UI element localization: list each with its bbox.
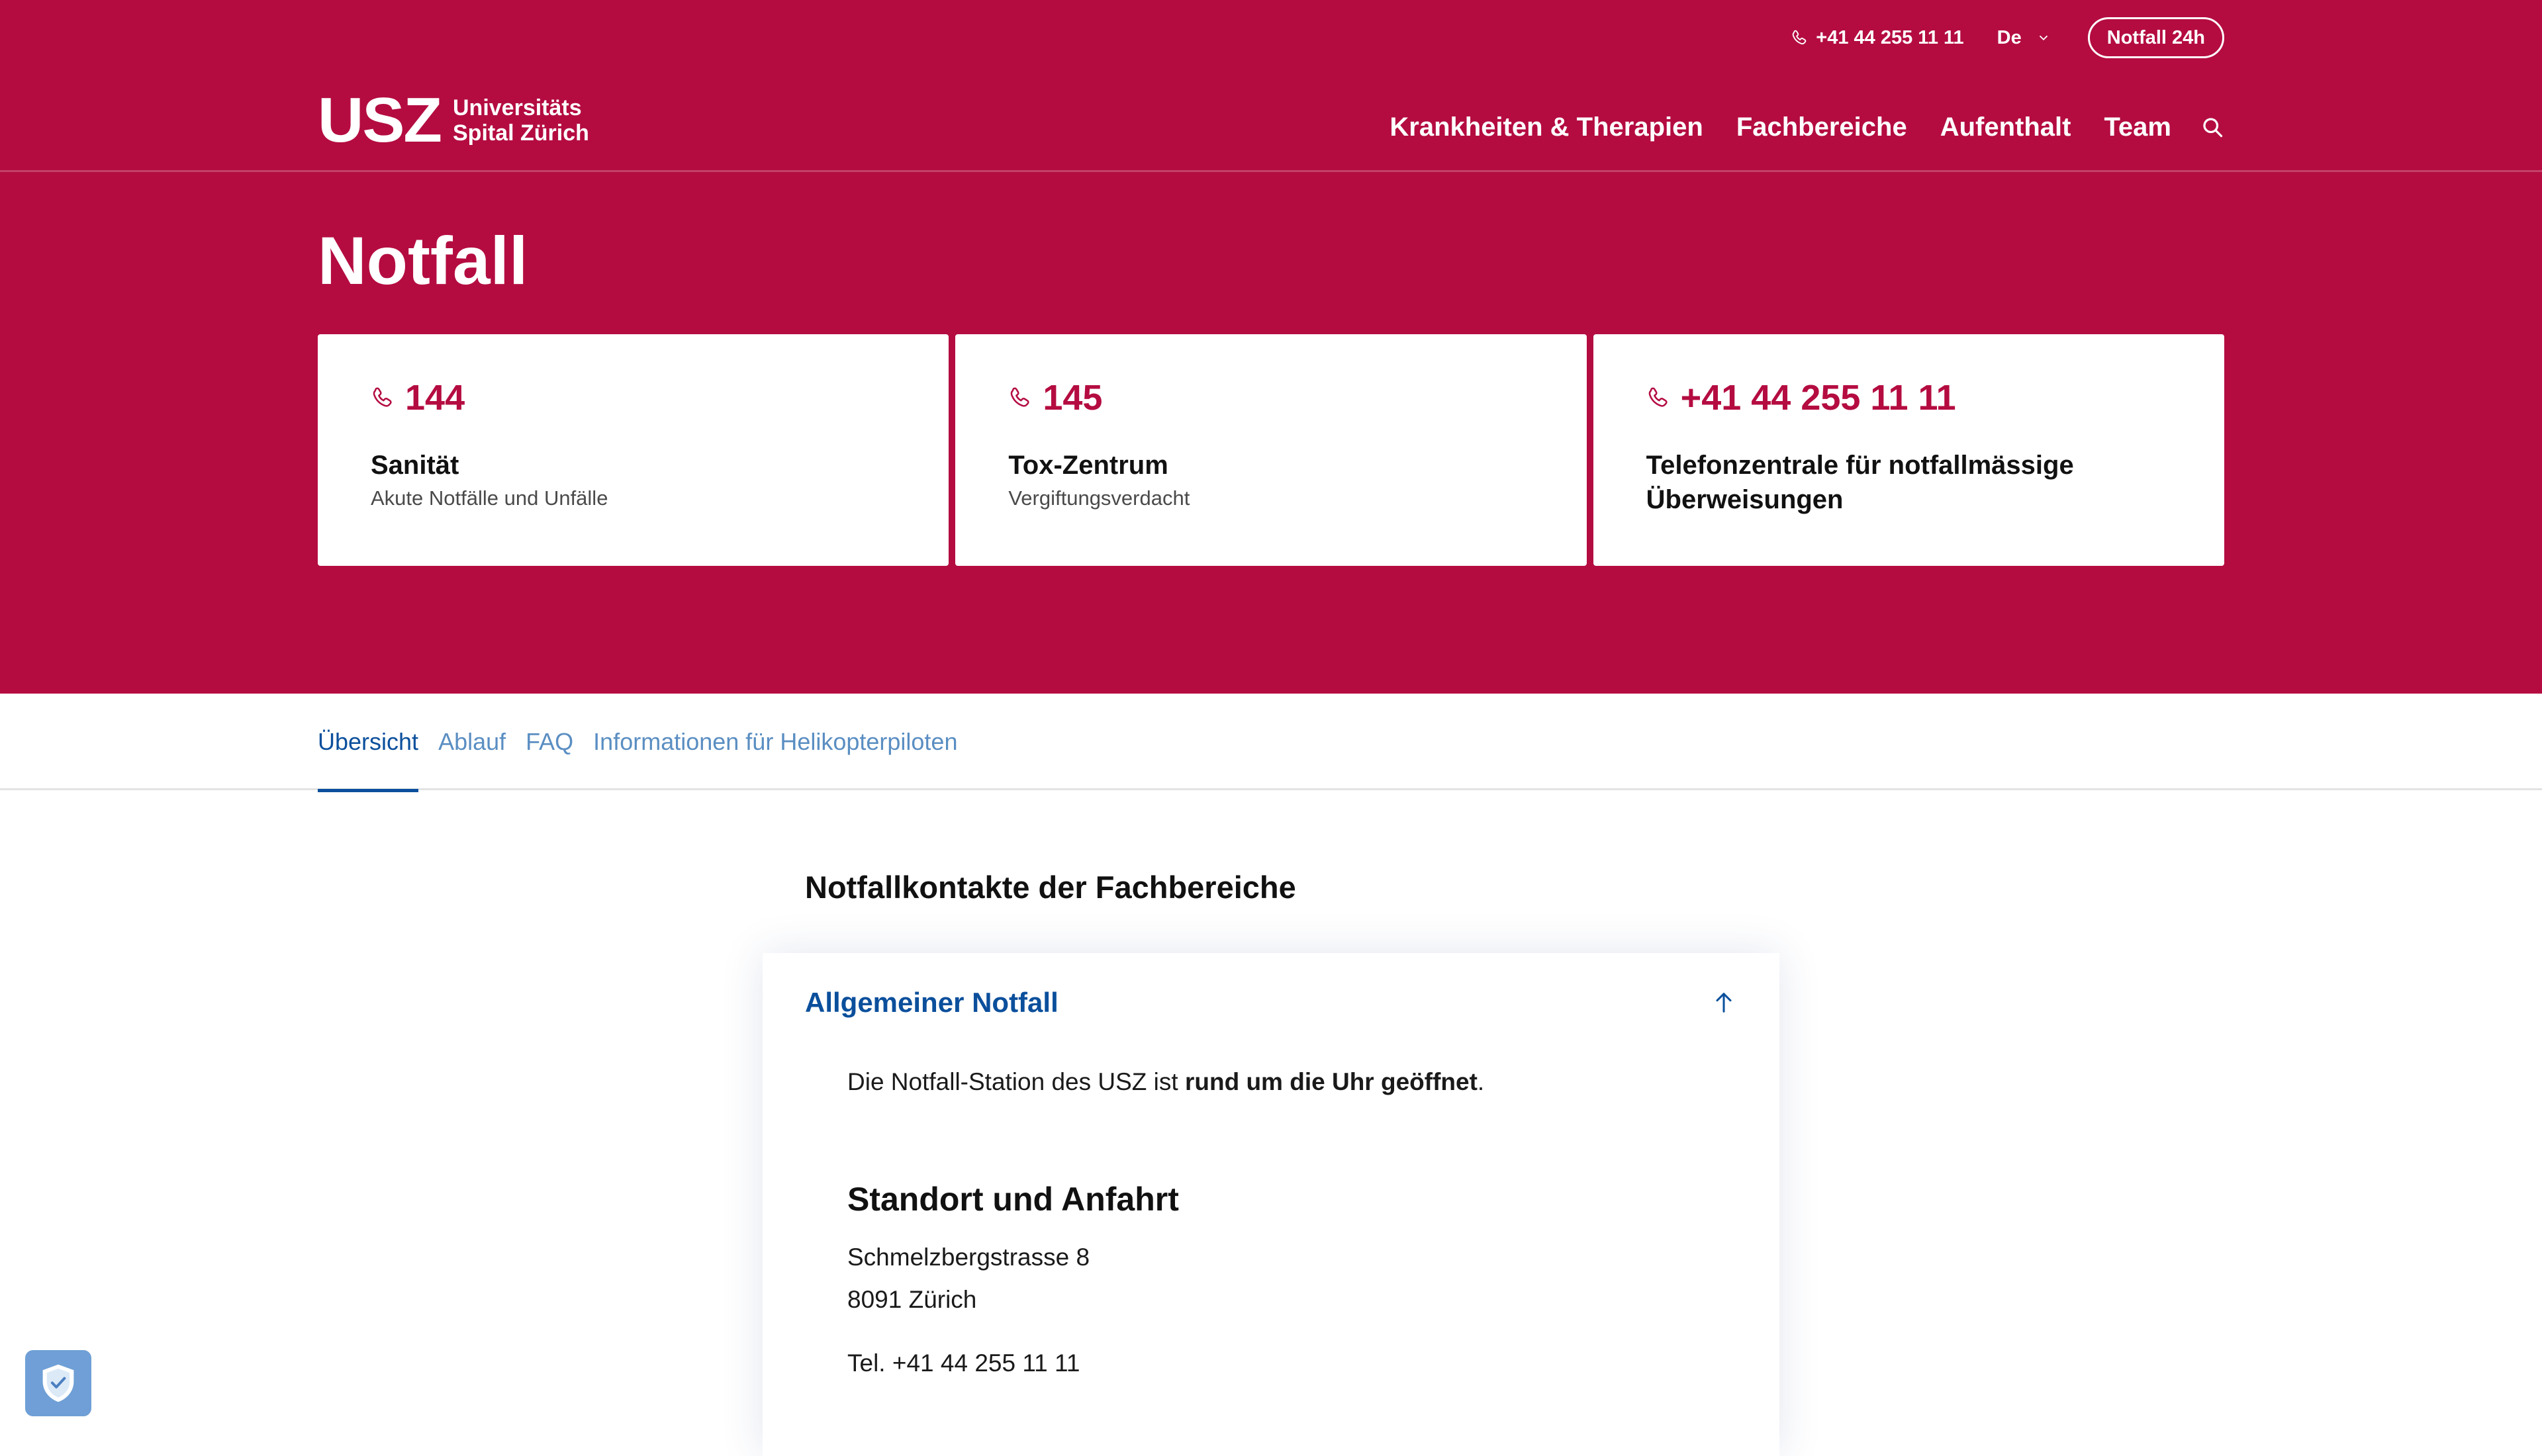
nav-item-krankheiten-therapien[interactable]: Krankheiten & Therapien	[1389, 113, 1703, 142]
phone-icon	[1011, 387, 1029, 407]
card-title: Telefonzentrale für notfallmässige Überw…	[1646, 451, 2074, 514]
header-phone-text: +41 44 255 11 11	[1816, 26, 1964, 48]
logo-wordmark: Universitäts Spital Zürich	[453, 95, 589, 146]
nav-item-team[interactable]: Team	[2104, 113, 2171, 142]
card-number-text: 144	[405, 378, 465, 418]
chevron-down-icon	[2039, 35, 2048, 41]
accordion-body: Die Notfall-Station des USZ ist rund um …	[763, 1066, 1779, 1385]
phone-icon	[1793, 30, 1807, 45]
privacy-settings-button[interactable]	[25, 1350, 91, 1416]
card-number: 144	[371, 378, 896, 418]
tab-faq[interactable]: FAQ	[526, 694, 573, 790]
emergency-24h-button[interactable]: Notfall 24h	[2087, 17, 2224, 58]
emergency-card-telefonzentrale[interactable]: +41 44 255 11 11 Telefonzentrale für not…	[1593, 334, 2224, 566]
nav-item-fachbereiche[interactable]: Fachbereiche	[1736, 113, 1907, 142]
card-number-text: 145	[1043, 378, 1103, 418]
header-phone-link[interactable]: +41 44 255 11 11	[1791, 26, 1964, 49]
tab-ablauf[interactable]: Ablauf	[438, 694, 506, 790]
language-selector[interactable]: De	[1997, 27, 2051, 49]
tab-uebersicht[interactable]: Übersicht	[318, 694, 419, 792]
location-heading: Standort und Anfahrt	[847, 1181, 1179, 1218]
section-title: Notfallkontakte der Fachbereiche	[805, 870, 1296, 905]
arrow-up-icon[interactable]	[1711, 989, 1737, 1016]
phone-icon	[373, 387, 392, 407]
opening-hours-text: Die Notfall-Station des USZ ist rund um …	[847, 1066, 1695, 1099]
utility-bar: +41 44 255 11 11 De Notfall 24h	[1791, 17, 2224, 58]
intro-prefix: Die Notfall-Station des USZ ist	[847, 1068, 1185, 1095]
usz-logo[interactable]: USZ Universitäts Spital Zürich	[318, 89, 589, 152]
phone-icon	[1648, 387, 1668, 407]
emergency-card-145[interactable]: 145 Tox-Zentrum Vergiftungsverdacht	[955, 334, 1587, 566]
search-icon[interactable]	[2200, 115, 2224, 139]
header-divider	[0, 170, 2542, 172]
main-navigation: Krankheiten & Therapien Fachbereiche Auf…	[1389, 106, 2224, 148]
nav-item-aufenthalt[interactable]: Aufenthalt	[1940, 113, 2071, 142]
card-number-text: +41 44 255 11 11	[1680, 378, 1956, 418]
tab-list: Übersicht Ablauf FAQ Informationen für H…	[318, 694, 957, 792]
section-tabs: Übersicht Ablauf FAQ Informationen für H…	[0, 694, 2542, 792]
accordion-header[interactable]: Allgemeiner Notfall	[763, 953, 1779, 1052]
site-header: +41 44 255 11 11 De Notfall 24h USZ Univ…	[0, 0, 2542, 694]
emergency-24h-label: Notfall 24h	[2106, 26, 2205, 48]
tab-helikopterpiloten[interactable]: Informationen für Helikopterpiloten	[593, 694, 957, 790]
language-label: De	[1997, 26, 2022, 48]
accordion-title: Allgemeiner Notfall	[805, 987, 1059, 1018]
address-city: 8091 Zürich	[847, 1286, 977, 1313]
emergency-card-144[interactable]: 144 Sanität Akute Notfälle und Unfälle	[318, 334, 949, 566]
intro-bold: rund um die Uhr geöffnet	[1184, 1068, 1478, 1095]
shield-check-icon	[42, 1364, 74, 1402]
address-block: Schmelzbergstrasse 8 8091 Zürich	[847, 1236, 1695, 1321]
address-phone[interactable]: Tel. +41 44 255 11 11	[847, 1342, 1695, 1385]
logo-mark: USZ	[318, 85, 442, 156]
card-title: Sanität	[371, 451, 459, 480]
logo-line-2: Spital Zürich	[453, 120, 589, 146]
intro-suffix: .	[1477, 1068, 1485, 1095]
card-number: +41 44 255 11 11	[1646, 378, 2171, 418]
card-subtitle: Akute Notfälle und Unfälle	[371, 486, 608, 510]
accordion-allgemeiner-notfall: Allgemeiner Notfall Die Notfall-Station …	[763, 953, 1779, 1456]
logo-line-1: Universitäts	[453, 95, 582, 120]
page-title: Notfall	[318, 223, 528, 298]
card-title: Tox-Zentrum	[1008, 451, 1168, 480]
card-number: 145	[1008, 378, 1533, 418]
address-street: Schmelzbergstrasse 8	[847, 1244, 1090, 1271]
emergency-cards: 144 Sanität Akute Notfälle und Unfälle 1…	[318, 334, 2224, 566]
card-subtitle: Vergiftungsverdacht	[1008, 486, 1190, 510]
